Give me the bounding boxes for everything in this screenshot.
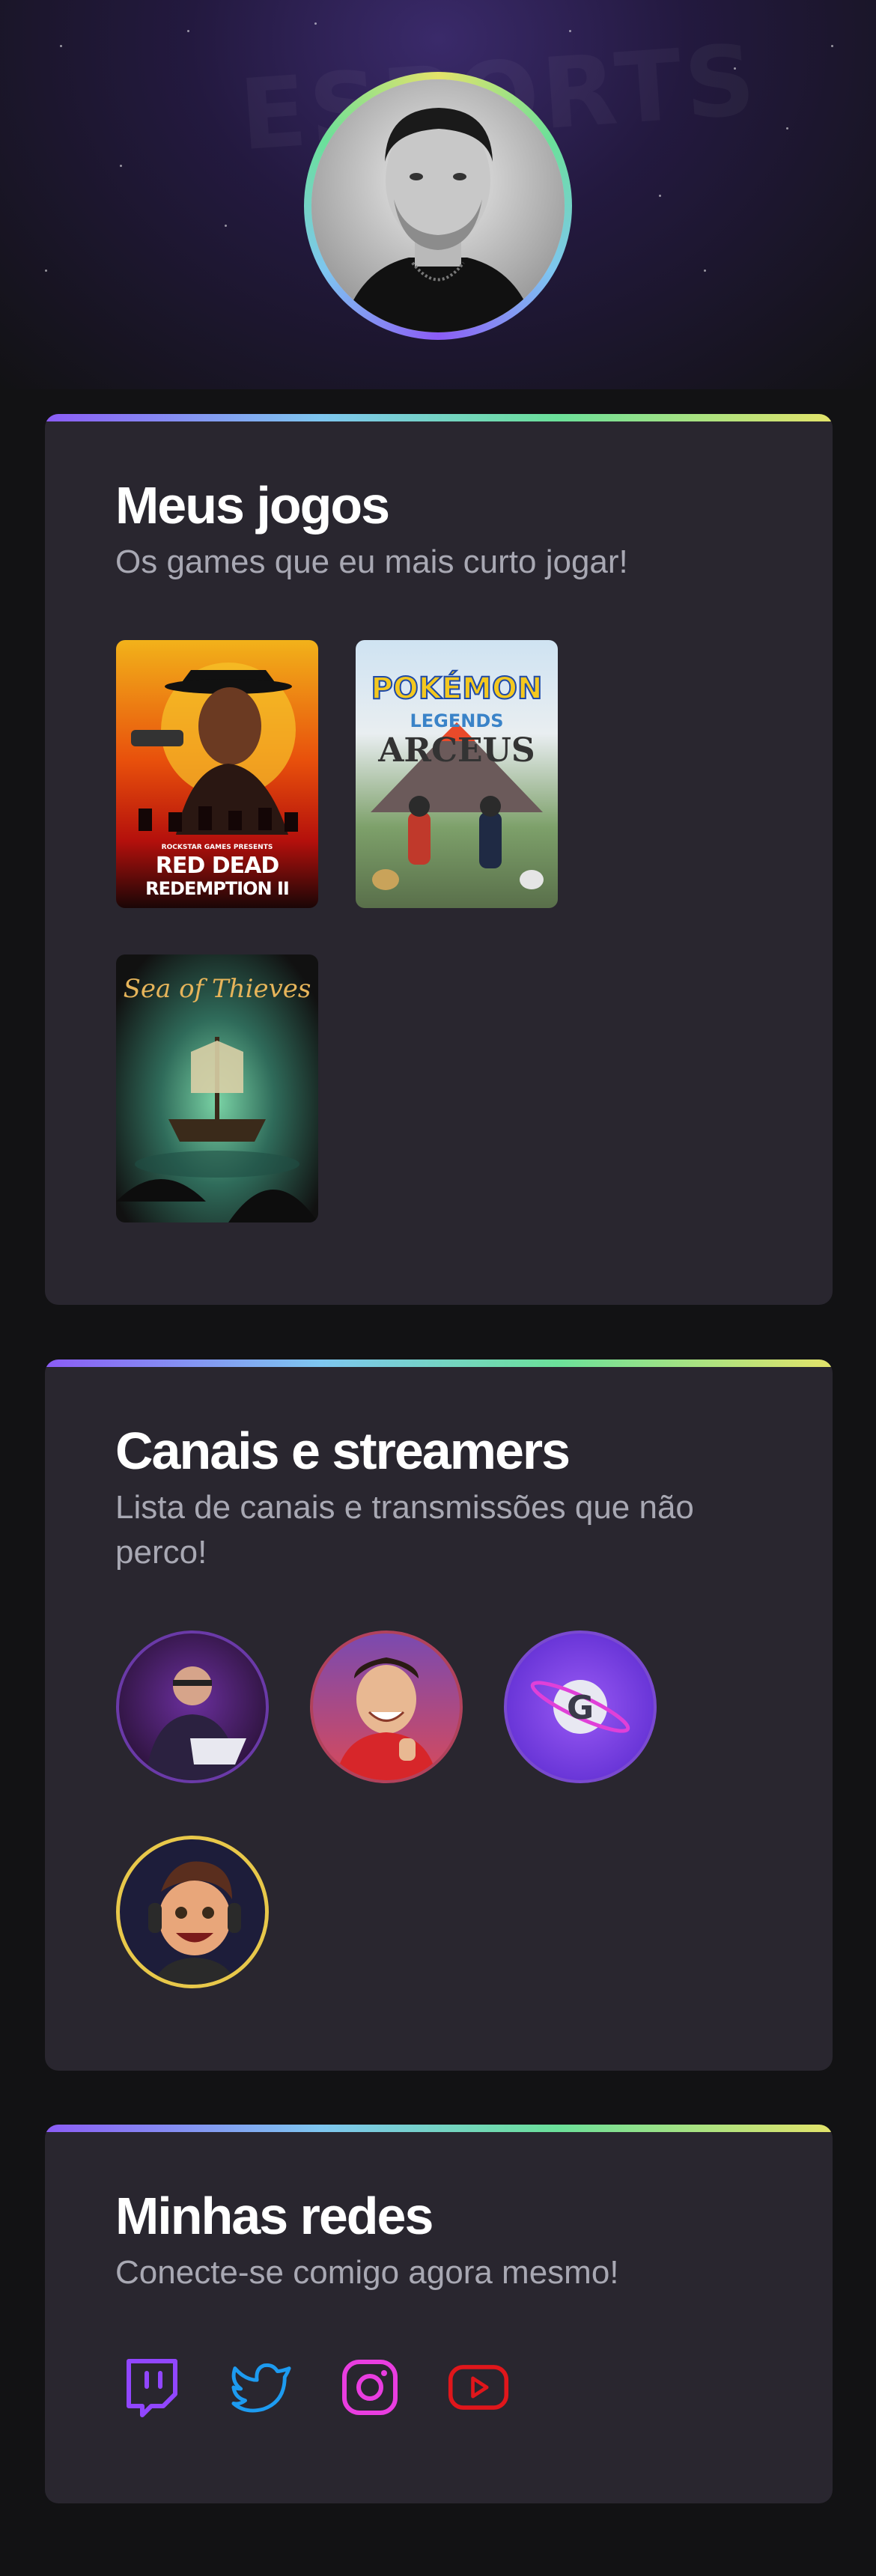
game-cover-red-dead-redemption[interactable]: ROCKSTAR GAMES PRESENTS RED DEAD REDEMPT… bbox=[116, 640, 318, 908]
youtube-icon bbox=[448, 2365, 509, 2410]
social-title: Minhas redes bbox=[115, 2187, 434, 2245]
profile-avatar[interactable] bbox=[311, 79, 565, 332]
streamer-2-avatar bbox=[335, 1657, 437, 1780]
streamer-4-cartoon-avatar bbox=[148, 1861, 241, 1985]
social-subtitle: Conecte-se comigo agora mesmo! bbox=[115, 2254, 619, 2291]
twitch-icon bbox=[127, 2359, 177, 2417]
game-cover-sea-of-thieves[interactable]: Sea of Thieves bbox=[116, 954, 318, 1222]
rdr-publisher-text: ROCKSTAR GAMES PRESENTS bbox=[161, 844, 273, 851]
rdr-title-line2: REDEMPTION II bbox=[145, 878, 290, 899]
social-card: Minhas redes Conecte-se comigo agora mes… bbox=[45, 2125, 833, 2503]
streamer-1-avatar bbox=[145, 1666, 246, 1780]
channels-card: Canais e streamers Lista de canais e tra… bbox=[45, 1359, 833, 2071]
rdr-title-line1: RED DEAD bbox=[155, 853, 279, 879]
channel-avatar-2[interactable] bbox=[310, 1630, 463, 1783]
instagram-icon bbox=[342, 2360, 398, 2415]
games-card: Meus jogos Os games que eu mais curto jo… bbox=[45, 414, 833, 1305]
channel-avatar-3[interactable]: G bbox=[504, 1630, 657, 1783]
youtube-link[interactable] bbox=[448, 2357, 509, 2418]
twitch-link[interactable] bbox=[121, 2357, 183, 2418]
instagram-link[interactable] bbox=[339, 2357, 401, 2418]
games-subtitle: Os games que eu mais curto jogar! bbox=[115, 543, 628, 580]
avatar-ring bbox=[304, 72, 572, 340]
channel-avatar-1[interactable] bbox=[116, 1630, 269, 1783]
twitter-link[interactable] bbox=[231, 2357, 292, 2418]
channel-avatar-4[interactable] bbox=[116, 1836, 269, 1988]
game-cover-pokemon-legends-arceus[interactable]: POKÉMON LEGENDS ARCEUS bbox=[356, 640, 558, 908]
pokemon-title-line2: LEGENDS bbox=[410, 710, 504, 731]
pokemon-title-line1: POKÉMON bbox=[371, 671, 544, 707]
streamer-3-logo: G bbox=[530, 1680, 630, 1734]
channel-3-letter: G bbox=[567, 1689, 594, 1727]
pokemon-title-line3: ARCEUS bbox=[378, 731, 535, 770]
games-title: Meus jogos bbox=[115, 476, 390, 535]
sea-of-thieves-title: Sea of Thieves bbox=[123, 974, 311, 1004]
channels-title: Canais e streamers bbox=[115, 1422, 571, 1480]
channels-subtitle: Lista de canais e transmissões que não p… bbox=[115, 1489, 694, 1571]
twitter-icon bbox=[231, 2363, 291, 2413]
